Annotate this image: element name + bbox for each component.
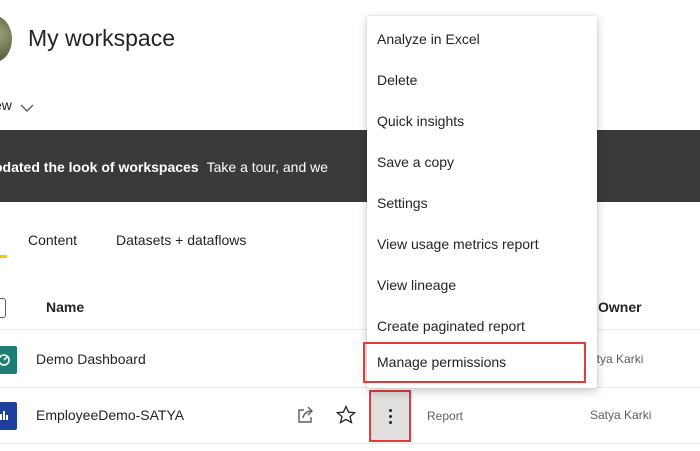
menu-item-analyze-in-excel[interactable]: Analyze in Excel (367, 19, 597, 60)
item-owner: Satya Karki (590, 408, 652, 422)
menu-item-save-a-copy[interactable]: Save a copy (367, 142, 597, 183)
column-header-owner[interactable]: Owner (598, 299, 642, 315)
more-options-button[interactable] (369, 390, 411, 442)
banner-text[interactable]: Take a tour, and we (207, 159, 328, 175)
context-menu: Analyze in Excel Delete Quick insights S… (363, 16, 597, 388)
item-name[interactable]: EmployeeDemo-SATYA (36, 407, 184, 423)
menu-item-view-lineage[interactable]: View lineage (367, 265, 597, 306)
item-type: Report (427, 409, 464, 423)
item-owner: atya Karki (590, 352, 644, 366)
star-icon[interactable] (335, 404, 357, 425)
menu-item-view-usage-metrics[interactable]: View usage metrics report (367, 224, 597, 265)
menu-item-delete[interactable]: Delete (367, 60, 597, 101)
dashboard-icon (0, 346, 17, 374)
menu-item-quick-insights[interactable]: Quick insights (367, 101, 597, 142)
tab-content[interactable]: Content (28, 232, 77, 248)
content-tabs: Content Datasets + dataflows (0, 230, 360, 260)
chevron-down-icon (20, 100, 34, 112)
item-name[interactable]: Demo Dashboard (36, 351, 146, 367)
page-title: My workspace (28, 25, 175, 51)
column-header-name[interactable]: Name (46, 299, 84, 315)
table-row[interactable]: EmployeeDemo-SATYA Report Satya Karki (0, 388, 700, 444)
view-menu-label: ew (0, 97, 12, 113)
avatar[interactable] (0, 16, 12, 62)
view-menu[interactable]: ew (0, 97, 34, 113)
tab-datasets-dataflows[interactable]: Datasets + dataflows (116, 232, 246, 248)
banner-title: odated the look of workspaces (0, 159, 199, 175)
menu-item-manage-permissions[interactable]: Manage permissions (363, 342, 586, 383)
menu-item-settings[interactable]: Settings (367, 183, 597, 224)
type-column-icon (0, 298, 6, 318)
menu-item-create-paginated-report[interactable]: Create paginated report (367, 306, 597, 347)
more-options-icon (388, 408, 392, 424)
share-icon[interactable] (296, 405, 316, 425)
report-icon (0, 402, 17, 430)
tab-active-indicator (0, 234, 7, 258)
